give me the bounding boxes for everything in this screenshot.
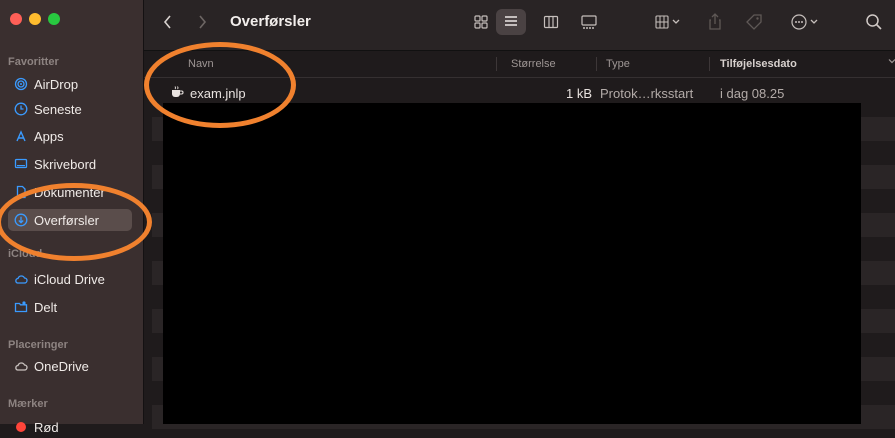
sidebar-item-onedrive[interactable]: OneDrive <box>8 355 132 377</box>
sidebar-item-label: Overførsler <box>34 212 99 228</box>
tag-button[interactable] <box>742 11 766 35</box>
red-tag-icon <box>14 420 28 434</box>
sidebar-item-recents[interactable]: Seneste <box>8 98 132 120</box>
clock-icon <box>14 102 28 116</box>
toolbar: Overførsler <box>144 0 895 51</box>
sidebar-item-label: Rød <box>34 419 59 435</box>
sidebar-section-locations: Placeringer <box>8 339 68 351</box>
file-size: 1 kB <box>566 86 593 101</box>
column-date-header[interactable]: Tilføjelsesdato <box>720 58 797 70</box>
file-name: exam.jnlp <box>190 86 246 101</box>
cloud-icon <box>14 272 28 286</box>
sidebar-item-label: OneDrive <box>34 358 89 374</box>
chevron-down-icon <box>888 56 895 68</box>
more-icon <box>790 13 822 34</box>
sidebar-item-label: Delt <box>34 299 58 315</box>
sidebar-item-label: AirDrop <box>34 76 79 92</box>
action-menu-button[interactable] <box>786 11 826 35</box>
close-window-button[interactable] <box>10 13 22 25</box>
desktop-icon <box>14 157 28 171</box>
sidebar: Favoritter AirDrop Seneste Apps Skrivebo… <box>0 0 144 435</box>
view-gallery-button[interactable] <box>578 12 600 34</box>
columns-icon <box>543 14 559 33</box>
sidebar-section-favorites: Favoritter <box>8 56 59 68</box>
sidebar-item-shared[interactable]: Delt <box>8 296 132 318</box>
window-title: Overførsler <box>230 13 311 30</box>
redacted-area <box>163 103 861 424</box>
list-icon <box>503 13 519 32</box>
sidebar-item-label: Dokumenter <box>34 184 105 200</box>
back-button[interactable] <box>158 13 178 33</box>
sidebar-item-label: Apps <box>34 128 64 144</box>
zoom-window-button[interactable] <box>48 13 60 25</box>
sidebar-section-tags: Mærker <box>8 398 48 410</box>
jnlp-file-icon <box>170 85 184 102</box>
search-icon <box>865 13 883 34</box>
apps-icon <box>14 129 28 143</box>
sidebar-item-airdrop[interactable]: AirDrop <box>8 73 132 95</box>
group-grid-icon <box>654 14 682 33</box>
download-icon <box>14 213 28 227</box>
sidebar-item-desktop[interactable]: Skrivebord <box>8 153 132 175</box>
column-type-header[interactable]: Type <box>606 58 630 70</box>
column-divider[interactable] <box>596 57 597 71</box>
chevron-right-icon <box>196 14 208 33</box>
gallery-icon <box>580 14 598 33</box>
column-divider[interactable] <box>496 57 497 71</box>
table-row[interactable]: exam.jnlp 1 kB Protok…rksstart i dag 08.… <box>152 81 895 105</box>
view-icons-button[interactable] <box>470 12 492 34</box>
group-button[interactable] <box>650 12 686 34</box>
column-size-header[interactable]: Størrelse <box>511 58 556 70</box>
document-icon <box>14 185 28 199</box>
column-divider[interactable] <box>709 57 710 71</box>
chevron-left-icon <box>162 14 174 33</box>
view-list-button[interactable] <box>496 9 526 35</box>
search-button[interactable] <box>862 11 886 35</box>
sidebar-item-tag-red[interactable]: Rød <box>8 416 132 438</box>
tag-icon <box>745 13 763 34</box>
file-type: Protok…rksstart <box>600 86 694 101</box>
finder-window: Favoritter AirDrop Seneste Apps Skrivebo… <box>0 0 895 435</box>
cloud-icon <box>14 359 28 373</box>
sidebar-item-icloud-drive[interactable]: iCloud Drive <box>8 268 132 290</box>
forward-button[interactable] <box>192 13 212 33</box>
sidebar-item-documents[interactable]: Dokumenter <box>8 181 132 203</box>
sidebar-item-label: Seneste <box>34 101 82 117</box>
file-date: i dag 08.25 <box>720 86 785 101</box>
sidebar-item-label: Skrivebord <box>34 156 97 172</box>
view-columns-button[interactable] <box>540 12 562 34</box>
sidebar-section-icloud: iCloud <box>8 248 43 260</box>
column-name-header[interactable]: Navn <box>188 58 214 70</box>
shared-folder-icon <box>14 300 28 314</box>
sidebar-item-label: iCloud Drive <box>34 271 105 287</box>
column-header: Navn Størrelse Type Tilføjelsesdato <box>144 51 895 78</box>
share-button[interactable] <box>704 11 726 35</box>
icon-grid-icon <box>473 14 489 33</box>
share-icon <box>707 12 723 34</box>
sidebar-item-downloads[interactable]: Overførsler <box>8 209 132 231</box>
sidebar-item-apps[interactable]: Apps <box>8 125 132 147</box>
minimize-window-button[interactable] <box>29 13 41 25</box>
airdrop-icon <box>14 77 28 91</box>
